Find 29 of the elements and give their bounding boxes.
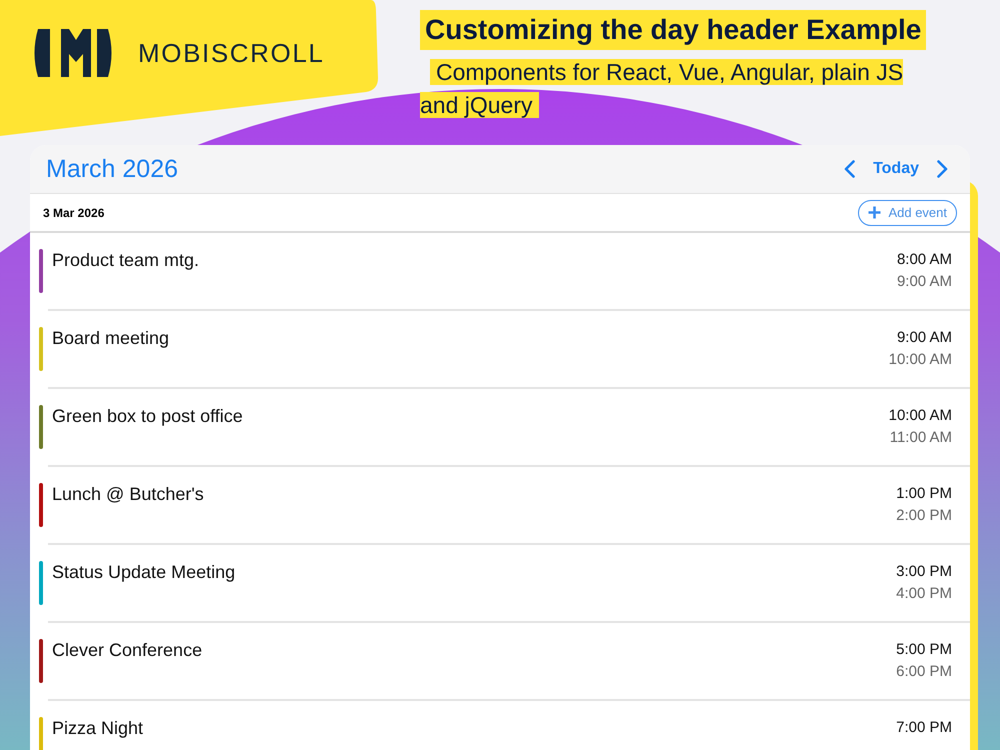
- event-title: Lunch @ Butcher's: [52, 483, 204, 505]
- event-title: Product team mtg.: [52, 249, 200, 271]
- chevron-left-icon: [844, 160, 856, 178]
- event-start-time: 7:00 PM: [896, 718, 952, 738]
- event-title: Clever Conference: [52, 639, 202, 661]
- event-title: Green box to post office: [52, 405, 243, 427]
- event-start-time: 5:00 PM: [896, 640, 952, 660]
- event-start-time: 8:00 AM: [896, 250, 952, 270]
- event-title: Pizza Night: [52, 717, 144, 739]
- today-button[interactable]: Today: [865, 158, 927, 180]
- event-end-time: 11:00 AM: [890, 428, 952, 448]
- chevron-right-icon: [937, 160, 948, 178]
- event-title: Status Update Meeting: [52, 561, 236, 583]
- event-end-time: 9:00 AM: [896, 272, 952, 292]
- brand-name: MOBISCROLL: [138, 38, 324, 68]
- event-title: Board meeting: [52, 327, 170, 349]
- event-end-time: 6:00 PM: [896, 662, 952, 682]
- page-title: Customizing the day header Example: [420, 10, 926, 50]
- event-end-time: 10:00 AM: [888, 350, 952, 370]
- add-event-button[interactable]: Add event: [858, 200, 957, 226]
- day-date: 3 Mar 2026: [43, 206, 104, 220]
- event-start-time: 3:00 PM: [896, 562, 952, 582]
- month-title: March 2026: [46, 154, 178, 184]
- event-start-time: 1:00 PM: [896, 484, 952, 504]
- event-end-time: 2:00 PM: [896, 506, 952, 526]
- event-end-time: 4:00 PM: [896, 584, 952, 604]
- plus-icon: [868, 206, 882, 219]
- event-start-time: 9:00 AM: [896, 328, 952, 348]
- event-start-time: 10:00 AM: [888, 406, 952, 426]
